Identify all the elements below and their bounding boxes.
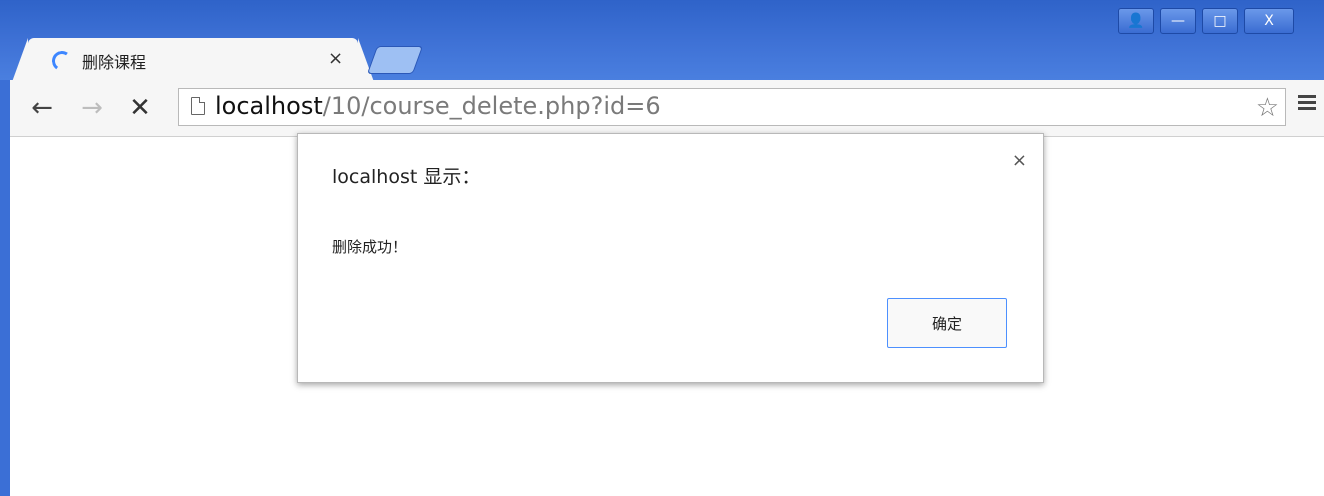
profile-icon[interactable]: 👤 bbox=[1118, 8, 1154, 34]
address-bar[interactable]: localhost/10/course_delete.php?id=6 ☆ bbox=[178, 88, 1286, 126]
forward-button[interactable]: → bbox=[74, 90, 110, 126]
tab-close-icon[interactable]: × bbox=[328, 48, 343, 69]
maximize-button[interactable]: □ bbox=[1202, 8, 1238, 34]
alert-message: 删除成功！ bbox=[332, 238, 408, 256]
page-icon bbox=[191, 97, 205, 115]
url-path: /10/course_delete.php?id=6 bbox=[322, 92, 661, 120]
alert-dialog: localhost 显示： × 删除成功！ 确定 bbox=[297, 133, 1044, 383]
minimize-button[interactable]: — bbox=[1160, 8, 1196, 34]
menu-icon[interactable] bbox=[1296, 92, 1318, 114]
bookmark-star-icon[interactable]: ☆ bbox=[1256, 93, 1279, 123]
alert-close-icon[interactable]: × bbox=[1012, 150, 1027, 171]
tab-active[interactable]: 删除课程 × bbox=[12, 38, 374, 82]
stop-button[interactable]: ✕ bbox=[122, 90, 158, 126]
window-controls: 👤 — □ X bbox=[1118, 8, 1294, 34]
loading-spinner-icon bbox=[50, 49, 74, 73]
url-host: localhost bbox=[215, 92, 323, 120]
url-text[interactable]: localhost/10/course_delete.php?id=6 bbox=[215, 92, 661, 120]
back-button[interactable]: ← bbox=[24, 90, 60, 126]
tab-title: 删除课程 bbox=[82, 53, 147, 72]
window-left-border bbox=[0, 80, 10, 496]
close-window-button[interactable]: X bbox=[1244, 8, 1294, 34]
browser-toolbar: ← → ✕ localhost/10/course_delete.php?id=… bbox=[10, 80, 1324, 137]
alert-title: localhost 显示： bbox=[332, 166, 481, 188]
ok-button[interactable]: 确定 bbox=[887, 298, 1007, 348]
